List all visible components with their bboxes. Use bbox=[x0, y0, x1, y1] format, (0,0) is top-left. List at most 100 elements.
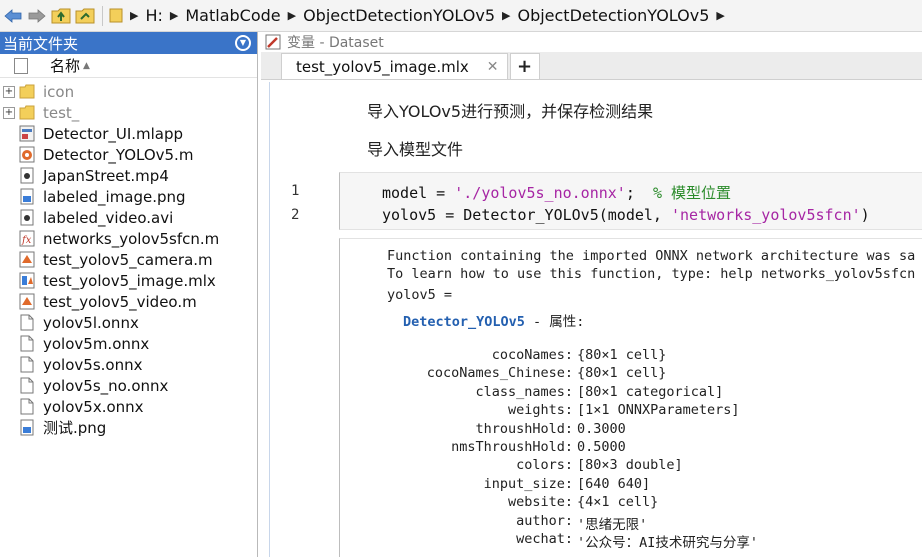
file-list-item[interactable]: yolov5m.onnx bbox=[0, 333, 257, 354]
file-list-item[interactable]: yolov5s.onnx bbox=[0, 354, 257, 375]
file-list-item[interactable]: fx networks_yolov5sfcn.m bbox=[0, 228, 257, 249]
output-line: To learn how to use this function, type:… bbox=[387, 266, 916, 282]
file-name: JapanStreet.mp4 bbox=[43, 166, 169, 185]
property-value: {80×1 cell} bbox=[577, 365, 667, 382]
breadcrumb-separator: ▶ bbox=[130, 9, 139, 22]
file-list-item[interactable]: 测试.png bbox=[0, 417, 257, 438]
file-icon bbox=[19, 398, 35, 415]
breadcrumb-folder[interactable]: MatlabCode bbox=[185, 6, 280, 25]
breadcrumb-separator[interactable]: ▶ bbox=[288, 9, 296, 22]
breadcrumb-dropdown[interactable]: ▶ bbox=[716, 9, 724, 22]
live-script-icon bbox=[19, 272, 35, 289]
heading-text[interactable]: 导入YOLOv5进行预测，并保存检测结果 bbox=[367, 98, 653, 122]
file-icon bbox=[19, 377, 35, 394]
file-name: test_yolov5_video.m bbox=[43, 292, 197, 311]
file-name: yolov5s_no.onnx bbox=[43, 376, 169, 395]
file-list-item[interactable]: yolov5l.onnx bbox=[0, 312, 257, 333]
edit-variable-icon bbox=[265, 34, 281, 50]
code-line-1[interactable]: model = './yolov5s_no.onnx'; % 模型位置 bbox=[382, 182, 731, 203]
file-icon bbox=[19, 356, 35, 373]
property-name: throushHold: bbox=[475, 420, 573, 437]
expand-icon[interactable]: + bbox=[3, 85, 15, 98]
breadcrumb-separator[interactable]: ▶ bbox=[502, 9, 510, 22]
function-file-icon: fx bbox=[19, 230, 35, 247]
script-file-icon bbox=[19, 293, 35, 310]
file-list-item[interactable]: yolov5x.onnx bbox=[0, 396, 257, 417]
file-list-item[interactable]: Detector_YOLOv5.m bbox=[0, 144, 257, 165]
file-list-item[interactable]: + icon bbox=[0, 81, 257, 102]
code-text: model = bbox=[382, 184, 455, 202]
image-file-icon bbox=[19, 188, 35, 205]
code-text: ; bbox=[625, 184, 653, 202]
gutter-line bbox=[269, 82, 270, 557]
property-value: [80×3 double] bbox=[577, 457, 683, 474]
property-name: website: bbox=[507, 494, 573, 511]
file-list-item[interactable]: + test_ bbox=[0, 102, 257, 123]
file-list-item[interactable]: Detector_UI.mlapp bbox=[0, 123, 257, 144]
panel-menu-icon[interactable]: ▼ bbox=[235, 35, 251, 51]
folder-icon bbox=[19, 83, 35, 100]
address-bar: ▶ H: ▶ MatlabCode ▶ ObjectDetectionYOLOv… bbox=[0, 0, 922, 32]
line-number: 1 bbox=[291, 183, 300, 199]
up-folder-icon[interactable] bbox=[50, 5, 72, 27]
script-file-icon bbox=[19, 251, 35, 268]
tab-test-yolov5-image[interactable]: test_yolov5_image.mlx ✕ bbox=[281, 53, 508, 79]
code-text: yolov5 = Detector_YOLOv5(model, bbox=[382, 206, 671, 224]
property-name: input_size: bbox=[483, 475, 573, 492]
file-name: yolov5m.onnx bbox=[43, 334, 150, 353]
file-icon bbox=[19, 335, 35, 352]
property-value: [640 640] bbox=[577, 475, 651, 492]
class-suffix: - 属性: bbox=[524, 314, 585, 330]
file-icon bbox=[19, 314, 35, 331]
line-number: 2 bbox=[291, 207, 300, 223]
property-value: {4×1 cell} bbox=[577, 494, 659, 511]
panel-title: 当前文件夹 bbox=[3, 34, 79, 53]
file-list-item[interactable]: test_yolov5_video.m bbox=[0, 291, 257, 312]
file-name: networks_yolov5sfcn.m bbox=[43, 229, 220, 248]
video-file-icon bbox=[19, 209, 35, 226]
property-name: nmsThroushHold: bbox=[451, 439, 573, 455]
file-name: test_yolov5_image.mlx bbox=[43, 271, 216, 290]
property-value: 0.5000 bbox=[577, 439, 626, 455]
file-name: yolov5l.onnx bbox=[43, 313, 139, 332]
back-arrow-icon[interactable] bbox=[2, 5, 24, 27]
file-name: test_ bbox=[43, 103, 80, 122]
file-list-item[interactable]: labeled_image.png bbox=[0, 186, 257, 207]
toolbar-separator bbox=[102, 5, 103, 26]
expand-icon[interactable]: + bbox=[3, 106, 15, 119]
property-name: wechat: bbox=[516, 531, 573, 547]
file-list-item[interactable]: test_yolov5_camera.m bbox=[0, 249, 257, 270]
property-value: [80×1 categorical] bbox=[577, 383, 724, 400]
class-file-icon bbox=[19, 146, 35, 163]
folder-icon bbox=[19, 104, 35, 121]
breadcrumb-drive[interactable]: H: bbox=[145, 6, 162, 25]
class-link[interactable]: Detector_YOLOv5 bbox=[403, 314, 525, 330]
forward-arrow-icon[interactable] bbox=[26, 5, 48, 27]
property-name: weights: bbox=[507, 402, 573, 419]
image-file-icon bbox=[19, 419, 35, 436]
breadcrumb-folder[interactable]: ObjectDetectionYOLOv5 bbox=[303, 6, 495, 25]
file-list-item[interactable]: labeled_video.avi bbox=[0, 207, 257, 228]
variable-editor-title: 变量 - Dataset bbox=[261, 32, 922, 52]
file-list-item[interactable]: yolov5s_no.onnx bbox=[0, 375, 257, 396]
close-icon[interactable]: ✕ bbox=[487, 59, 499, 75]
code-line-2[interactable]: yolov5 = Detector_YOLOv5(model, 'network… bbox=[382, 206, 870, 224]
file-name: yolov5x.onnx bbox=[43, 397, 144, 416]
breadcrumb-folder[interactable]: ObjectDetectionYOLOv5 bbox=[517, 6, 709, 25]
file-name: Detector_UI.mlapp bbox=[43, 124, 184, 143]
column-header[interactable]: 名称 ▲ bbox=[0, 54, 257, 78]
code-text: ) bbox=[860, 206, 870, 224]
svg-text:fx: fx bbox=[21, 235, 32, 246]
new-tab-button[interactable]: + bbox=[509, 53, 540, 79]
browse-folder-icon[interactable] bbox=[74, 5, 96, 27]
code-string: 'networks_yolov5sfcn' bbox=[670, 206, 861, 224]
breadcrumb-separator[interactable]: ▶ bbox=[170, 9, 178, 22]
code-comment: % 模型位置 bbox=[652, 184, 731, 202]
file-list-item[interactable]: test_yolov5_image.mlx bbox=[0, 270, 257, 291]
live-editor: 变量 - Dataset test_yolov5_image.mlx ✕ + 导… bbox=[261, 32, 922, 557]
section-text[interactable]: 导入模型文件 bbox=[367, 136, 463, 160]
property-name: class_names: bbox=[475, 383, 573, 400]
folder-icon bbox=[109, 5, 123, 27]
file-list-item[interactable]: JapanStreet.mp4 bbox=[0, 165, 257, 186]
output-class-line: Detector_YOLOv5 - 属性: bbox=[403, 310, 584, 330]
